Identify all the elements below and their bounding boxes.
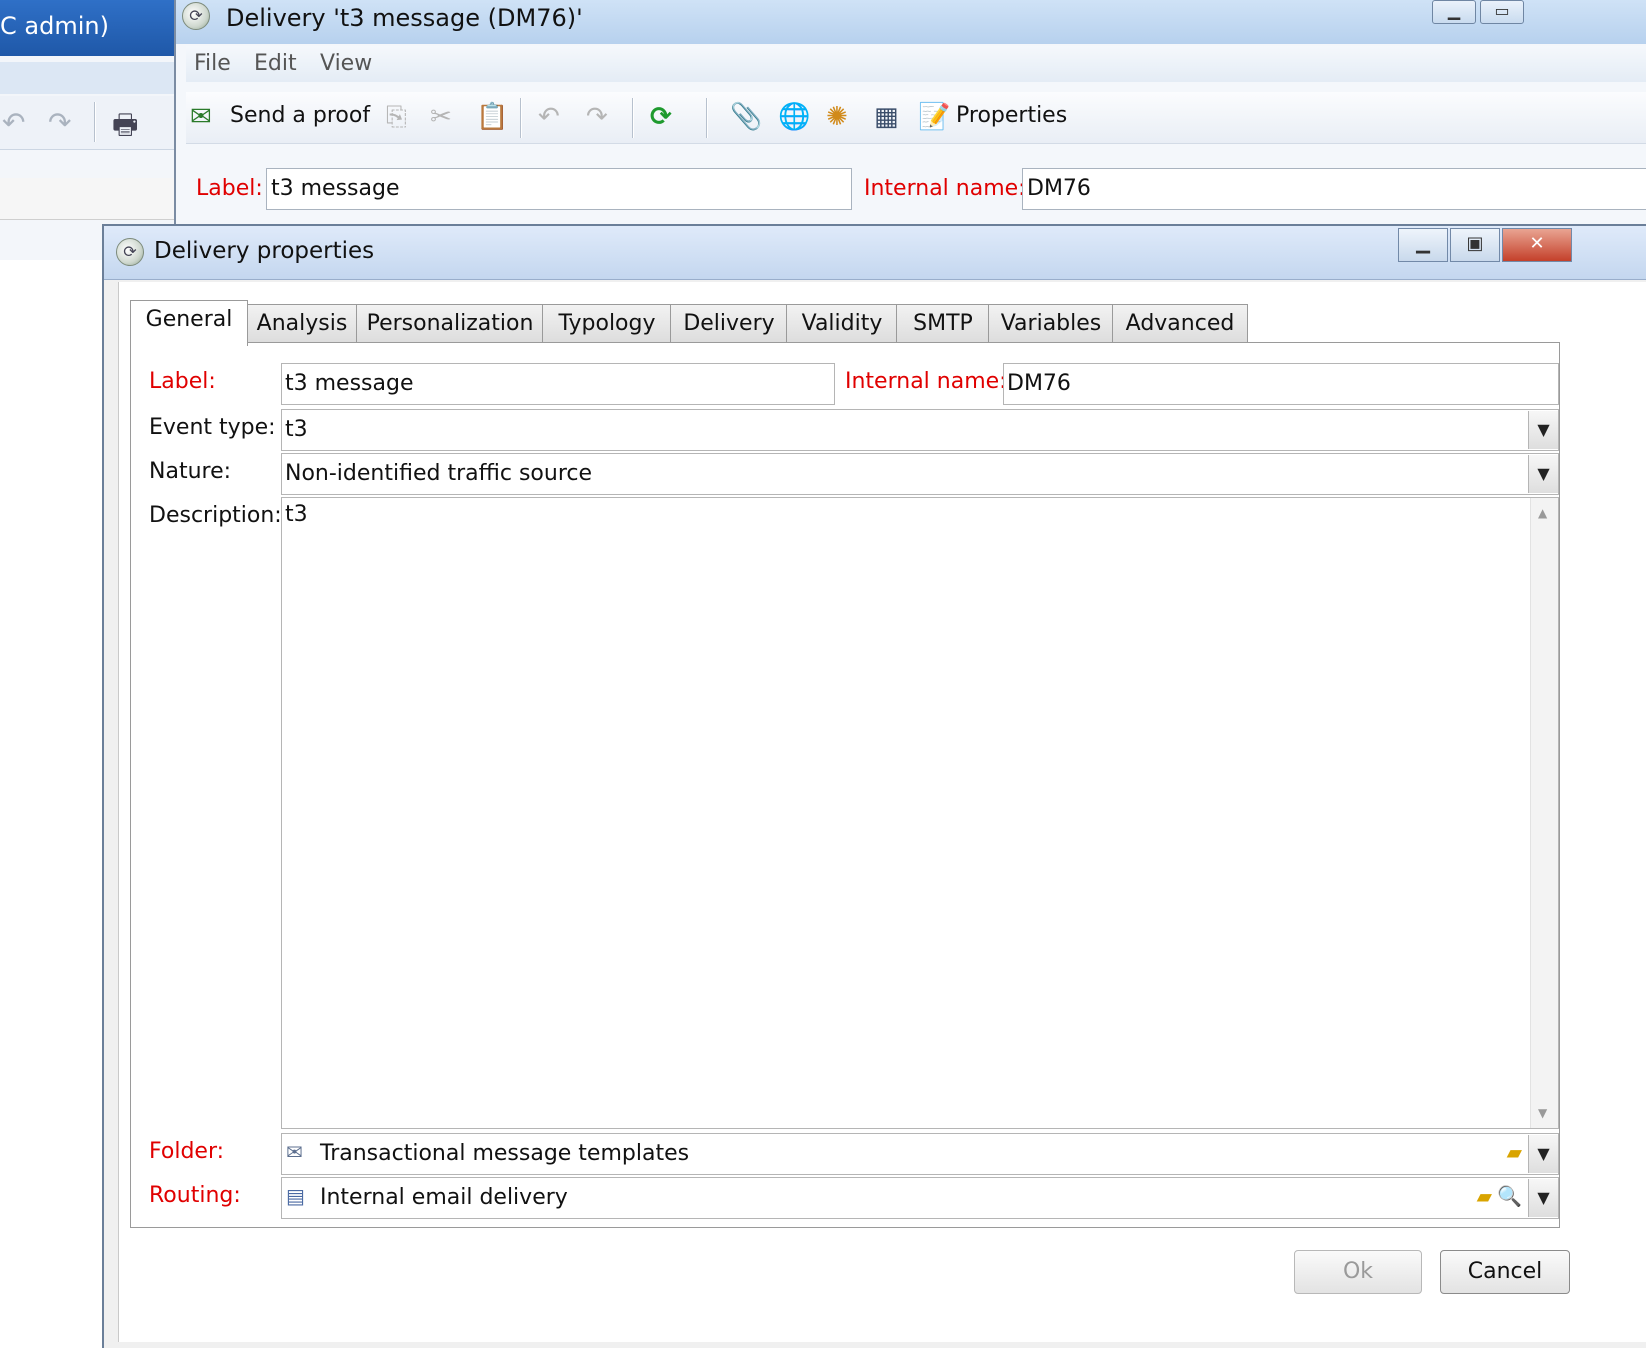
menu-view[interactable]: View <box>320 51 372 76</box>
background-window-menubar <box>0 62 175 94</box>
redo-icon[interactable]: ↷ <box>48 106 71 139</box>
description-textarea[interactable]: t3 ▲ ▼ <box>281 497 1559 1129</box>
label-caption: Label: <box>149 369 216 394</box>
app-logo-icon: ⟳ <box>182 2 210 30</box>
description-caption: Description: <box>149 503 282 528</box>
toolbar-separator <box>94 102 96 142</box>
chevron-down-icon[interactable]: ▼ <box>1528 411 1558 449</box>
undo-icon[interactable]: ↶ <box>2 106 25 139</box>
routing-value: Internal email delivery <box>320 1185 568 1210</box>
internal-name-caption: Internal name: <box>845 369 1007 394</box>
menubar: File Edit View <box>186 46 1646 82</box>
event-type-value: t3 <box>285 417 308 442</box>
label-input[interactable]: t3 message <box>281 363 835 405</box>
event-type-caption: Event type: <box>149 415 276 440</box>
background-window-toolbar: ↶ ↷ 🖶 <box>0 96 175 150</box>
background-window-title: C admin) <box>0 12 109 40</box>
personalization-icon[interactable]: ✺ <box>826 102 848 132</box>
routing-field[interactable]: ▤ Internal email delivery ▰ 🔍 ▼ <box>281 1177 1559 1219</box>
chevron-down-icon[interactable]: ▼ <box>1528 1179 1558 1217</box>
delivery-properties-dialog: ⟳ Delivery properties ▁ ▣ ✕ General Anal… <box>102 224 1646 1348</box>
chevron-down-icon[interactable]: ▼ <box>1528 1135 1558 1173</box>
print-icon[interactable]: 🖶 <box>112 104 138 152</box>
routing-caption: Routing: <box>149 1183 241 1208</box>
toolbar-separator <box>632 98 634 138</box>
undo-icon[interactable]: ↶ <box>538 102 560 132</box>
refresh-icon[interactable]: ⟳ <box>650 102 672 132</box>
properties-button[interactable]: Properties <box>956 103 1067 128</box>
internal-name-input[interactable]: DM76 <box>1003 363 1559 405</box>
send-proof-icon[interactable]: ✉ <box>190 102 212 132</box>
tab-variables[interactable]: Variables <box>988 304 1114 344</box>
attachment-icon[interactable]: 📎 <box>730 102 762 132</box>
delivery-window-title: Delivery 't3 message (DM76)' <box>226 4 583 32</box>
scroll-down-icon[interactable]: ▼ <box>1538 1106 1547 1120</box>
scroll-up-icon[interactable]: ▲ <box>1538 506 1547 520</box>
folder-open-icon[interactable]: ▰ <box>1477 1178 1492 1214</box>
cancel-button[interactable]: Cancel <box>1440 1250 1570 1294</box>
toolbar-separator <box>520 98 522 138</box>
tab-delivery[interactable]: Delivery <box>670 304 788 344</box>
minimize-button[interactable]: ▁ <box>1432 0 1476 24</box>
delivery-window: ⟳ Delivery 't3 message (DM76)' ▁ ▭ File … <box>174 0 1646 260</box>
tab-typology[interactable]: Typology <box>542 304 672 344</box>
folder-template-icon: ✉ <box>286 1140 303 1164</box>
background-window-panel <box>0 178 175 220</box>
folder-caption: Folder: <box>149 1139 225 1164</box>
toolbar-separator <box>706 98 708 138</box>
chevron-down-icon[interactable]: ▼ <box>1528 455 1558 493</box>
dialog-close-button[interactable]: ✕ <box>1502 228 1572 262</box>
redo-icon[interactable]: ↷ <box>586 102 608 132</box>
description-scrollbar[interactable]: ▲ ▼ <box>1530 498 1558 1128</box>
tab-personalization[interactable]: Personalization <box>356 304 544 344</box>
tab-smtp[interactable]: SMTP <box>896 304 990 344</box>
delivery-internal-name-caption: Internal name: <box>864 176 1026 201</box>
menu-edit[interactable]: Edit <box>254 51 297 76</box>
delivery-internal-name-input[interactable]: DM76 <box>1022 168 1646 210</box>
app-logo-icon: ⟳ <box>116 238 144 266</box>
cut-icon[interactable]: ✂ <box>430 102 452 132</box>
send-proof-button[interactable]: Send a proof <box>230 103 370 128</box>
nature-select[interactable]: Non-identified traffic source ▼ <box>281 453 1559 495</box>
magnifier-icon[interactable]: 🔍 <box>1497 1178 1522 1214</box>
maximize-button[interactable]: ▭ <box>1480 0 1524 24</box>
tab-validity[interactable]: Validity <box>786 304 898 344</box>
delivery-toolbar: ✉ Send a proof ⎘ ✂ 📋 ↶ ↷ ⟳ 📎 🌐 ✺ ▦ 📝 Pro… <box>186 92 1646 144</box>
calculator-icon[interactable]: ▦ <box>874 102 899 132</box>
nature-value: Non-identified traffic source <box>285 461 593 486</box>
delivery-window-titlebar[interactable]: ⟳ Delivery 't3 message (DM76)' ▁ ▭ <box>176 0 1646 44</box>
dialog-titlebar[interactable]: ⟳ Delivery properties ▁ ▣ ✕ <box>104 226 1646 280</box>
properties-icon[interactable]: 📝 <box>918 102 950 132</box>
folder-field[interactable]: ✉ Transactional message templates ▰ ▼ <box>281 1133 1559 1175</box>
delivery-label-caption: Label: <box>196 176 263 201</box>
dialog-maximize-button[interactable]: ▣ <box>1450 228 1500 262</box>
folder-open-icon[interactable]: ▰ <box>1507 1134 1522 1170</box>
description-value: t3 <box>285 502 308 527</box>
event-type-select[interactable]: t3 ▼ <box>281 409 1559 451</box>
background-window: C admin) ↶ ↷ 🖶 <box>0 0 175 260</box>
folder-value: Transactional message templates <box>320 1141 690 1166</box>
tab-advanced[interactable]: Advanced <box>1112 304 1248 344</box>
tab-analysis[interactable]: Analysis <box>246 304 358 344</box>
menu-file[interactable]: File <box>194 51 231 76</box>
copy-icon[interactable]: ⎘ <box>386 102 407 132</box>
background-window-titlebar[interactable]: C admin) <box>0 0 175 56</box>
delivery-label-input[interactable]: t3 message <box>266 168 852 210</box>
general-tab-panel: Label: t3 message Internal name: DM76 Ev… <box>130 342 1560 1228</box>
dialog-title: Delivery properties <box>154 238 375 264</box>
paste-icon[interactable]: 📋 <box>476 102 508 132</box>
tab-general[interactable]: General <box>130 300 248 346</box>
routing-server-icon: ▤ <box>286 1184 305 1208</box>
web-globe-icon[interactable]: 🌐 <box>778 102 810 132</box>
ok-button[interactable]: Ok <box>1294 1250 1422 1294</box>
dialog-minimize-button[interactable]: ▁ <box>1398 228 1448 262</box>
nature-caption: Nature: <box>149 459 232 484</box>
